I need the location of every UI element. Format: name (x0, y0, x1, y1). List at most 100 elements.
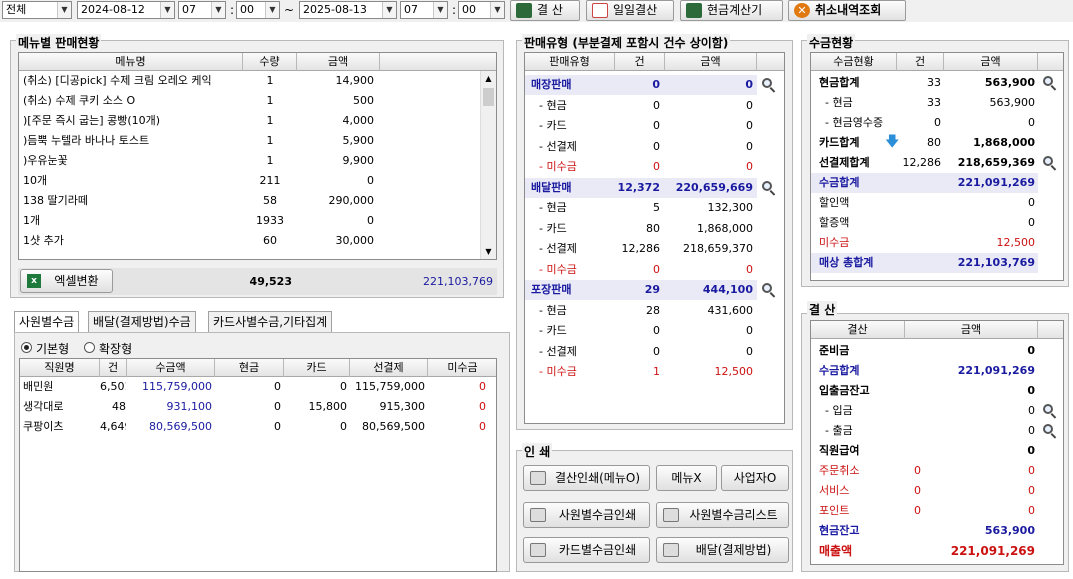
card-collection-print-button[interactable]: 카드별수금인쇄 (523, 537, 650, 563)
table-row[interactable]: - 미수금 1 12,500 (525, 362, 757, 382)
table-row[interactable]: - 카드 80 1,868,000 (525, 219, 757, 239)
table-row[interactable]: 쿠팡이츠 4,649 80,569,500 0 0 80,569,500 0 (20, 417, 496, 437)
table-row[interactable]: - 현금 5 132,300 (525, 198, 757, 218)
sales-type-count: 12,286 (621, 242, 661, 255)
daily-settle-button[interactable]: 일일결산 (586, 0, 674, 21)
table-row[interactable]: 할인액 0 (811, 193, 1038, 213)
table-row[interactable]: - 현금 0 0 (525, 96, 757, 116)
chevron-down-icon[interactable]: ▼ (433, 2, 447, 18)
chevron-down-icon[interactable]: ▼ (211, 2, 225, 18)
scroll-down-icon[interactable]: ▼ (481, 244, 496, 259)
magnifier-icon[interactable] (1042, 155, 1058, 171)
table-row[interactable]: - 미수금 0 0 (525, 260, 757, 280)
arrow-down-icon[interactable]: 🡇 (885, 134, 901, 151)
table-row[interactable]: - 카드 0 0 (525, 321, 757, 341)
cancel-history-button[interactable]: ✕ 취소내역조회 (788, 0, 906, 21)
chevron-down-icon[interactable]: ▼ (490, 2, 504, 18)
magnifier-icon[interactable] (761, 180, 777, 196)
table-row[interactable]: 배민원 6,501 115,759,000 0 0 115,759,000 0 (20, 377, 496, 397)
table-row[interactable]: 선결제합계 12,286 218,659,369 (811, 153, 1038, 173)
magnifier-icon[interactable] (1042, 423, 1058, 439)
table-row[interactable]: 1개 1933 0 (19, 211, 481, 231)
table-row[interactable]: 138 딸기라떼 58 290,000 (19, 191, 481, 211)
cash-calculator-button[interactable]: 현금계산기 (680, 0, 783, 21)
table-row[interactable]: 포장판매 29 444,100 (525, 280, 757, 300)
menu-amount: 0 (367, 174, 374, 187)
vertical-scrollbar[interactable]: ▲ ▼ (480, 71, 496, 259)
column-header: 현금 (215, 359, 284, 377)
tab-card-collection[interactable]: 카드사별수금,기타집계 (208, 311, 333, 332)
print-settle-menu-button[interactable]: 결산인쇄(메뉴O) (523, 465, 650, 491)
table-row[interactable]: - 카드 0 0 (525, 116, 757, 136)
table-row[interactable]: 카드합계 80 1,868,000 (811, 133, 1038, 153)
basic-view-radio[interactable] (21, 342, 32, 353)
hour-to-select[interactable]: 07 ▼ (400, 1, 448, 19)
extended-view-radio[interactable] (84, 342, 95, 353)
table-row[interactable]: 매상 총합계 221,103,769 (811, 253, 1038, 273)
magnifier-icon[interactable] (761, 282, 777, 298)
calendar-icon (592, 3, 608, 18)
delivery-payment-print-button[interactable]: 배달(결제방법) (656, 537, 789, 563)
table-row[interactable]: - 선결제 0 0 (525, 342, 757, 362)
scroll-up-icon[interactable]: ▲ (481, 71, 496, 87)
scrollbar-thumb[interactable] (483, 88, 494, 106)
excel-export-button[interactable]: x 엑셀변환 (20, 269, 113, 293)
table-row[interactable]: 입출금잔고 0 (811, 381, 1038, 401)
date-from-picker[interactable]: 2024-08-12 ▼ (77, 1, 175, 19)
table-row[interactable]: - 출금 0 (811, 421, 1038, 441)
table-row[interactable]: 생각대로 48 931,100 0 15,800 915,300 0 (20, 397, 496, 417)
tab-delivery-collection[interactable]: 배달(결제방법)수금 (88, 311, 196, 332)
chevron-down-icon[interactable]: ▼ (57, 2, 71, 18)
menu-x-button[interactable]: 메뉴X (656, 465, 717, 491)
table-row[interactable]: 준비금 0 (811, 341, 1038, 361)
date-to-picker[interactable]: 2025-08-13 ▼ (299, 1, 397, 19)
table-row[interactable]: 직원급여 0 (811, 441, 1038, 461)
table-row[interactable]: - 입금 0 (811, 401, 1038, 421)
tab-staff-collection[interactable]: 사원별수금 (14, 311, 80, 333)
settle-button[interactable]: 결 산 (510, 0, 580, 21)
table-row[interactable]: (취소) 수제 쿠키 소스 O 1 500 (19, 91, 481, 111)
table-row[interactable]: 포인트 0 0 (811, 501, 1038, 521)
business-o-button[interactable]: 사업자O (721, 465, 789, 491)
table-row[interactable]: - 현금영수증 0 0 (811, 113, 1038, 133)
table-row[interactable]: - 선결제 12,286 218,659,370 (525, 239, 757, 259)
minute-from-select[interactable]: 00 ▼ (236, 1, 280, 19)
staff-collection-list-button[interactable]: 사원별수금리스트 (656, 502, 789, 528)
table-row[interactable]: 수금합계 221,091,269 (811, 173, 1038, 193)
magnifier-icon[interactable] (761, 77, 777, 93)
table-row[interactable]: 미수금 12,500 (811, 233, 1038, 253)
magnifier-icon[interactable] (1042, 403, 1058, 419)
magnifier-icon[interactable] (1042, 75, 1058, 91)
table-row[interactable]: 수금합계 221,091,269 (811, 361, 1038, 381)
settlement-mid-value: 0 (914, 504, 921, 517)
table-row[interactable]: 1샷 추가 60 30,000 (19, 231, 481, 251)
table-row[interactable]: 10개 211 0 (19, 171, 481, 191)
table-row[interactable]: - 미수금 0 0 (525, 157, 757, 177)
column-header: 금액 (665, 53, 757, 71)
staff-collection-print-button[interactable]: 사원별수금인쇄 (523, 502, 650, 528)
table-row[interactable]: )우유눈꽃 1 9,900 (19, 151, 481, 171)
table-row[interactable]: - 현금 33 563,900 (811, 93, 1038, 113)
sales-type-count: 12,372 (617, 180, 660, 194)
table-row[interactable]: 매출액 221,091,269 (811, 541, 1038, 561)
table-row[interactable]: - 선결제 0 0 (525, 137, 757, 157)
table-row[interactable]: 배달판매 12,372 220,659,669 (525, 177, 757, 198)
table-row[interactable]: 주문취소 0 0 (811, 461, 1038, 481)
sales-type-label: - 선결제 (539, 242, 577, 255)
table-row[interactable]: 현금합계 33 563,900 (811, 73, 1038, 93)
scope-select[interactable]: 전체 ▼ (2, 1, 72, 19)
table-row[interactable]: )[주문 즉시 굽는] 콩빵(10개) 1 4,000 (19, 111, 481, 131)
chevron-down-icon[interactable]: ▼ (382, 2, 396, 18)
hour-from-select[interactable]: 07 ▼ (178, 1, 226, 19)
chevron-down-icon[interactable]: ▼ (160, 2, 174, 18)
table-row[interactable]: - 현금 28 431,600 (525, 301, 757, 321)
table-row[interactable]: 할증액 0 (811, 213, 1038, 233)
minute-to-select[interactable]: 00 ▼ (458, 1, 505, 19)
table-row[interactable]: (취소) [디공pick] 수제 크림 오레오 케익 1 14,900 (19, 71, 481, 91)
table-row[interactable]: 매장판매 0 0 (525, 75, 757, 95)
table-row[interactable]: 서비스 0 0 (811, 481, 1038, 501)
table-row[interactable]: 현금잔고 563,900 (811, 521, 1038, 541)
chevron-down-icon[interactable]: ▼ (265, 2, 279, 18)
table-row[interactable]: )듬뿍 누텔라 바나나 토스트 1 5,900 (19, 131, 481, 151)
column-header: 메뉴명 (19, 53, 243, 71)
